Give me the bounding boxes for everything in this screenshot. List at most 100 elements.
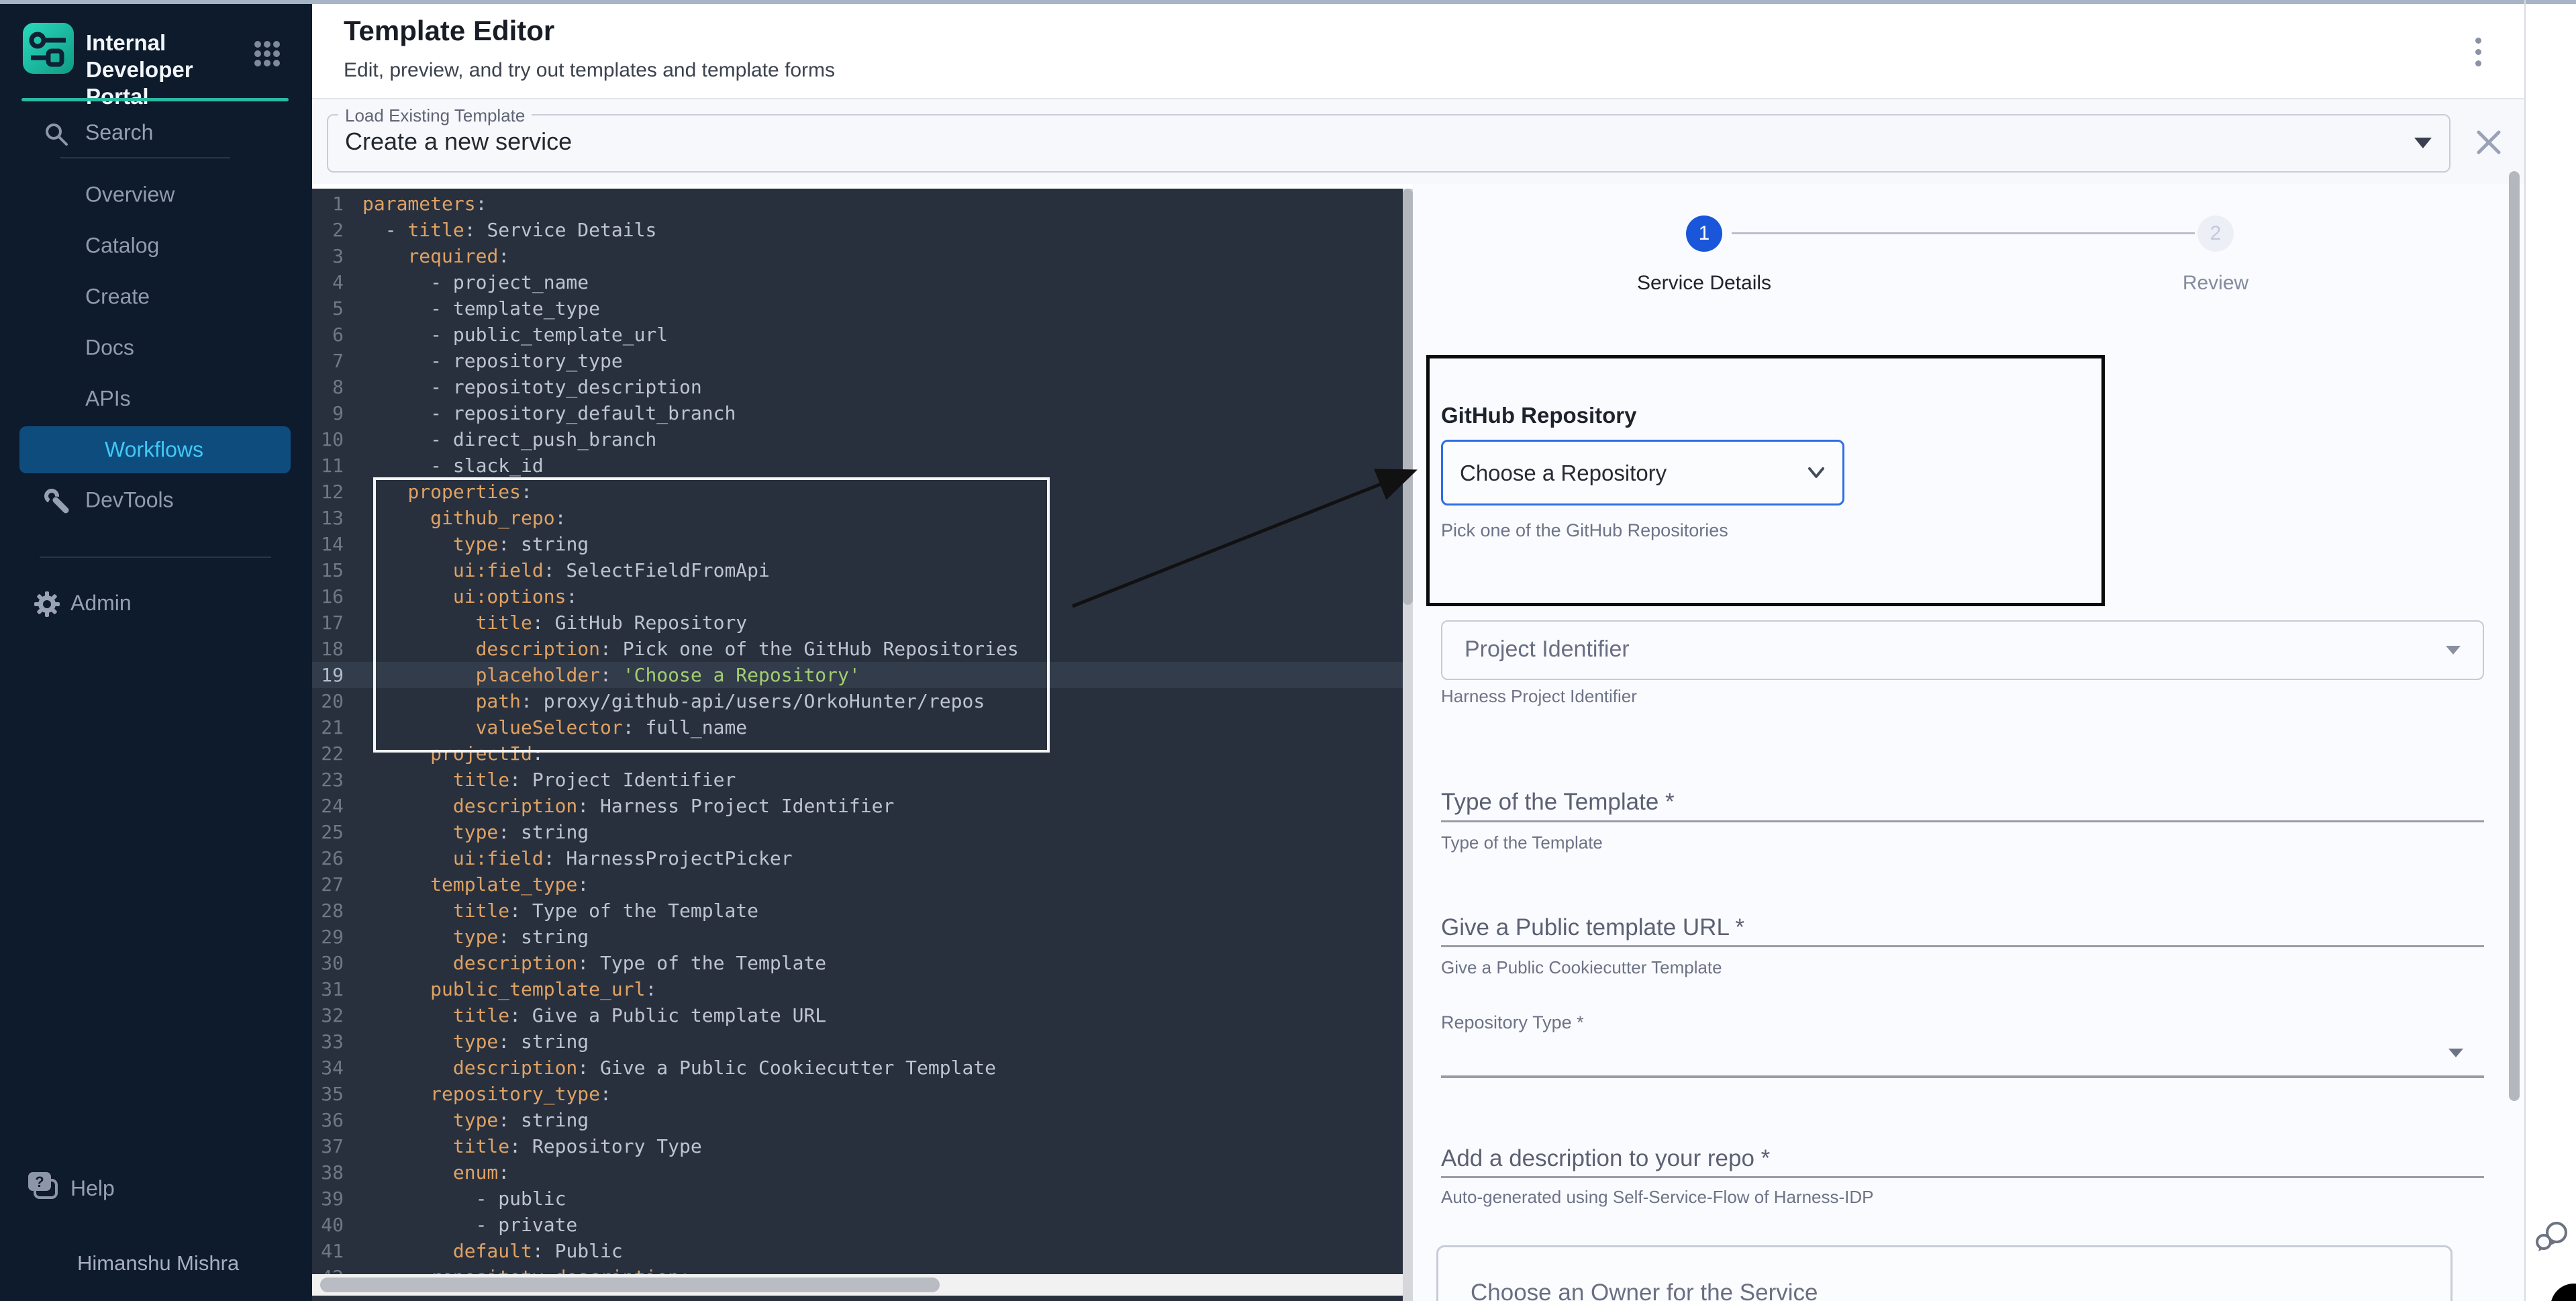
github-repository-label: GitHub Repository — [1441, 403, 1637, 428]
page-title: Template Editor — [344, 15, 554, 47]
help-label: Help — [70, 1176, 115, 1201]
code-line: 18 description: Pick one of the GitHub R… — [312, 636, 1403, 662]
line-number: 12 — [312, 479, 344, 505]
sidebar-item-overview[interactable]: Overview — [0, 169, 312, 220]
github-repository-select[interactable]: Choose a Repository — [1441, 440, 1844, 505]
sidebar: Internal Developer Portal Search — [0, 4, 312, 1301]
line-number: 20 — [312, 688, 344, 714]
public-template-url-input[interactable] — [1441, 945, 2484, 947]
sidebar-item-admin[interactable]: Admin — [0, 581, 312, 627]
sidebar-item-create[interactable]: Create — [0, 271, 312, 322]
sidebar-search[interactable]: Search — [0, 117, 312, 157]
line-number: 41 — [312, 1238, 344, 1264]
line-number: 6 — [312, 322, 344, 348]
line-number: 32 — [312, 1002, 344, 1028]
line-number: 25 — [312, 819, 344, 845]
line-number: 10 — [312, 426, 344, 452]
code-line: 33 type: string — [312, 1028, 1403, 1055]
sidebar-item-workflows[interactable]: Workflows — [19, 426, 291, 473]
gear-icon — [32, 589, 62, 619]
project-identifier-placeholder: Project Identifier — [1465, 636, 1630, 663]
code-line: 29 type: string — [312, 924, 1403, 950]
code-line: 25 type: string — [312, 819, 1403, 845]
sidebar-item-docs[interactable]: Docs — [0, 322, 312, 373]
owner-label: Choose an Owner for the Service — [1471, 1280, 1818, 1301]
chevron-down-icon — [1804, 461, 1828, 485]
repo-description-input[interactable] — [1441, 1176, 2484, 1178]
help-icon: ? — [26, 1171, 64, 1207]
code-line: 40 - private — [312, 1212, 1403, 1238]
sidebar-item-devtools[interactable]: DevTools — [0, 475, 312, 526]
form-preview-panel — [1413, 184, 2524, 1301]
line-number: 14 — [312, 531, 344, 557]
code-line: 1parameters: — [312, 191, 1403, 217]
sidebar-item-help[interactable]: ? Help — [0, 1165, 312, 1212]
load-template-value: Create a new service — [345, 128, 572, 156]
line-number: 15 — [312, 557, 344, 583]
template-type-helper: Type of the Template — [1441, 832, 1603, 853]
divider — [60, 157, 230, 158]
line-number: 34 — [312, 1055, 344, 1081]
code-line: 7 - repository_type — [312, 348, 1403, 374]
code-line: 15 ui:field: SelectFieldFromApi — [312, 557, 1403, 583]
line-number: 27 — [312, 871, 344, 898]
line-number: 29 — [312, 924, 344, 950]
line-number: 26 — [312, 845, 344, 871]
cursor-artifact — [2550, 1284, 2576, 1301]
code-line: 6 - public_template_url — [312, 322, 1403, 348]
user-name: Himanshu Mishra — [77, 1251, 239, 1275]
line-number: 17 — [312, 610, 344, 636]
repository-type-select[interactable] — [1441, 1075, 2484, 1078]
github-repository-helper: Pick one of the GitHub Repositories — [1441, 520, 1728, 541]
github-repository-value: Choose a Repository — [1460, 461, 1667, 486]
user-menu[interactable]: HM Himanshu Mishra — [0, 1233, 312, 1293]
line-number: 16 — [312, 583, 344, 610]
yaml-code-editor[interactable]: 1parameters:2 - title: Service Details3 … — [312, 189, 1403, 1301]
kebab-menu-icon[interactable] — [2475, 32, 2502, 73]
load-template-select[interactable]: Load Existing Template Create a new serv… — [327, 114, 2450, 173]
sidebar-item-label: Overview — [85, 183, 175, 207]
line-number: 31 — [312, 976, 344, 1002]
line-number: 36 — [312, 1107, 344, 1133]
owner-select[interactable]: Choose an Owner for the Service — [1436, 1245, 2453, 1301]
app-logo-icon[interactable] — [23, 23, 74, 74]
code-line: 5 - template_type — [312, 295, 1403, 322]
sidebar-accent-divider — [21, 98, 289, 101]
stepper-label-review: Review — [2115, 272, 2316, 295]
code-line: 30 description: Type of the Template — [312, 950, 1403, 976]
search-icon — [43, 121, 70, 148]
sidebar-item-label: Docs — [85, 336, 134, 360]
project-identifier-helper: Harness Project Identifier — [1441, 686, 1637, 707]
line-number: 11 — [312, 452, 344, 479]
stepper-step-2[interactable]: 2 — [2197, 215, 2234, 252]
editor-horizontal-scrollbar-thumb[interactable] — [320, 1278, 940, 1292]
sidebar-item-catalog[interactable]: Catalog — [0, 220, 312, 271]
search-label: Search — [85, 120, 153, 145]
line-number: 38 — [312, 1159, 344, 1186]
admin-label: Admin — [70, 591, 132, 616]
code-line: 17 title: GitHub Repository — [312, 610, 1403, 636]
editor-vertical-scrollbar-thumb[interactable] — [1403, 189, 1413, 605]
line-number: 5 — [312, 295, 344, 322]
line-number: 28 — [312, 898, 344, 924]
close-icon[interactable] — [2474, 128, 2504, 157]
panel-scrollbar-thumb[interactable] — [2509, 171, 2520, 1101]
stepper-step-1[interactable]: 1 — [1686, 215, 1722, 252]
code-line: 34 description: Give a Public Cookiecutt… — [312, 1055, 1403, 1081]
code-line: 37 title: Repository Type — [312, 1133, 1403, 1159]
line-number: 13 — [312, 505, 344, 531]
divider — [2524, 0, 2526, 1301]
sidebar-item-apis[interactable]: APIs — [0, 373, 312, 424]
code-line: 13 github_repo: — [312, 505, 1403, 531]
line-number: 40 — [312, 1212, 344, 1238]
sidebar-item-label: Workflows — [105, 438, 203, 463]
template-type-input[interactable] — [1441, 820, 2484, 822]
app-grid-icon[interactable] — [252, 39, 282, 68]
project-identifier-select[interactable]: Project Identifier — [1441, 620, 2484, 680]
template-type-label: Type of the Template * — [1441, 789, 1675, 816]
sidebar-item-label: Catalog — [85, 234, 159, 258]
page-subtitle: Edit, preview, and try out templates and… — [344, 59, 835, 82]
chat-feedback-icon[interactable] — [2534, 1219, 2569, 1257]
code-line: 28 title: Type of the Template — [312, 898, 1403, 924]
line-number: 35 — [312, 1081, 344, 1107]
